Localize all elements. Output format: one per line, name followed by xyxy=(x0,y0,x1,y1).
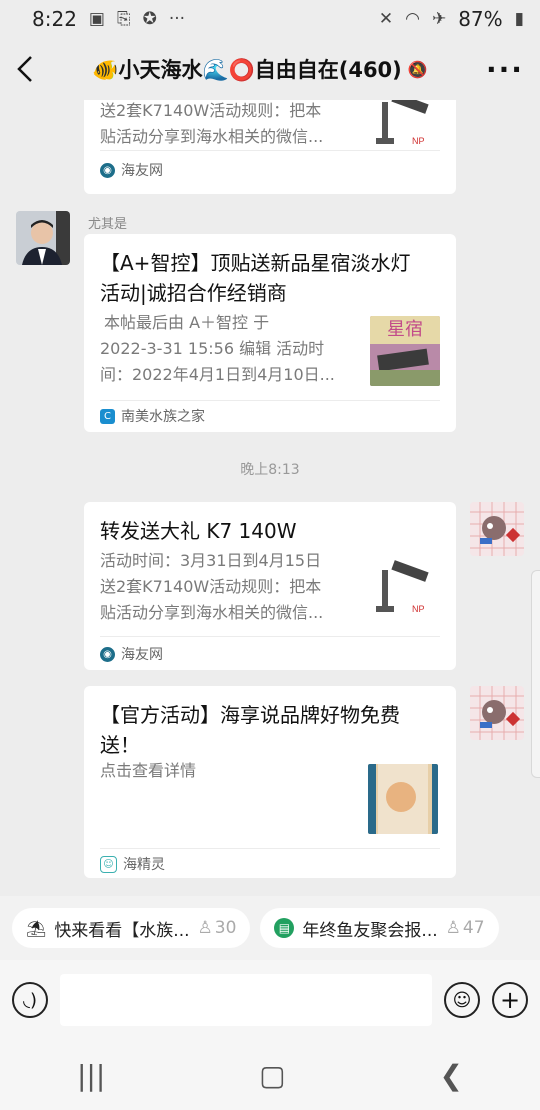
card-source: ☺ 海精灵 xyxy=(100,854,165,874)
card-desc: 本帖最后由 A＋智控 于 xyxy=(104,313,270,332)
home-button[interactable]: ▢ xyxy=(259,1059,285,1092)
beach-icon: ⛱ xyxy=(26,918,47,938)
card-title: 活动|诚招合作经销商 xyxy=(100,281,287,305)
more-button[interactable]: ··· xyxy=(470,53,540,86)
system-back-button[interactable]: ❮ xyxy=(440,1059,463,1092)
card-desc: 间：2022年4月1日到4月10日... xyxy=(100,365,335,384)
thumbnail-caption: 星宿 xyxy=(370,316,440,344)
plus-button[interactable]: + xyxy=(492,982,528,1018)
scrollbar[interactable] xyxy=(531,570,540,778)
svg-text:NP: NP xyxy=(412,136,425,146)
back-button[interactable] xyxy=(0,38,50,100)
message-timestamp: 晚上8:13 xyxy=(240,462,300,478)
card-thumbnail: NP xyxy=(372,558,442,628)
card-source: ◉ 海友网 xyxy=(100,644,163,664)
my-avatar[interactable] xyxy=(470,502,524,556)
person-icon: ♙ xyxy=(197,918,213,938)
battery-percent: 87% xyxy=(458,7,503,31)
source-label: 海精灵 xyxy=(123,857,165,873)
more-notifications-icon: ··· xyxy=(168,9,186,29)
notification-icon: ⎘ xyxy=(116,9,131,29)
chat-title: 🐠小天海水🌊⭕自由自在(460) 🔕 xyxy=(50,54,470,84)
card-thumbnail: NP xyxy=(372,100,442,160)
chat-title-text: 🐠小天海水🌊⭕自由自在(460) xyxy=(92,58,402,82)
chevron-left-icon xyxy=(17,56,32,82)
input-bar: ◟) ☺ + xyxy=(0,960,540,1040)
source-icon: ◉ xyxy=(100,646,115,662)
app-icon: ✪ xyxy=(142,9,157,29)
count-value: 30 xyxy=(214,918,237,938)
card-desc: 点击查看详情 xyxy=(100,761,197,780)
emoji-button[interactable]: ☺ xyxy=(444,982,480,1018)
card-thumbnail: 星宿 xyxy=(370,316,440,386)
source-icon: ◉ xyxy=(100,162,115,178)
source-icon: C xyxy=(100,408,115,424)
recent-apps-button[interactable]: ||| xyxy=(77,1059,105,1092)
wifi-icon: ◠ xyxy=(405,9,420,29)
card-desc: 贴活动分享到海水相关的微信... xyxy=(100,127,324,146)
source-label: 海友网 xyxy=(121,647,163,663)
status-time: 8:22 xyxy=(32,7,77,31)
link-card-partial[interactable]: 送2套K7140W活动规则：把本 贴活动分享到海水相关的微信... NP ◉ 海… xyxy=(84,100,456,194)
airplane-icon: ✈ xyxy=(431,9,447,29)
card-desc: 活动时间：3月31日到4月15日 xyxy=(100,551,322,570)
mute-icon: ✕ xyxy=(378,9,394,29)
card-source: C 南美水族之家 xyxy=(100,406,205,426)
source-icon: ☺ xyxy=(100,855,117,873)
card-desc: 送2套K7140W活动规则：把本 xyxy=(100,101,322,120)
battery-icon: ▮ xyxy=(514,9,524,29)
card-title: 转发送大礼 K7 140W xyxy=(100,519,297,543)
my-avatar[interactable] xyxy=(470,686,524,740)
source-label: 海友网 xyxy=(121,163,163,179)
source-label: 南美水族之家 xyxy=(121,409,205,425)
person-icon: ♙ xyxy=(445,918,461,938)
document-icon: ▤ xyxy=(274,918,295,938)
avatar[interactable] xyxy=(16,211,70,265)
pinned-chip[interactable]: ⛱ 快来看看【水族... ♙ 30 xyxy=(12,908,251,948)
pinned-chip[interactable]: ▤ 年终鱼友聚会报... ♙ 47 xyxy=(260,908,499,948)
status-bar: 8:22 ▣ ⎘ ✪ ··· ✕ ◠ ✈ 87% ▮ xyxy=(0,0,540,38)
card-source: ◉ 海友网 xyxy=(100,160,163,180)
pinned-chip-count: ♙ 47 xyxy=(446,918,485,938)
card-title: 送！ xyxy=(100,733,140,757)
message-input[interactable] xyxy=(60,974,432,1026)
message-list[interactable]: 送2套K7140W活动规则：把本 贴活动分享到海水相关的微信... NP ◉ 海… xyxy=(0,100,540,896)
pinned-bar: ⛱ 快来看看【水族... ♙ 30 ▤ 年终鱼友聚会报... ♙ 47 xyxy=(0,896,540,960)
system-nav-bar: ||| ▢ ❮ xyxy=(0,1040,540,1110)
card-title: 【A+智控】顶贴送新品星宿淡水灯 xyxy=(100,251,411,275)
link-card[interactable]: 转发送大礼 K7 140W 活动时间：3月31日到4月15日 送2套K7140W… xyxy=(84,502,456,670)
voice-icon: ◟) xyxy=(23,989,37,1011)
voice-button[interactable]: ◟) xyxy=(12,982,48,1018)
card-desc: 送2套K7140W活动规则：把本 xyxy=(100,577,322,596)
pinned-chip-label: 年终鱼友聚会报... xyxy=(302,920,438,941)
count-value: 47 xyxy=(462,918,485,938)
sender-name: 尤其是 xyxy=(88,217,128,232)
card-thumbnail xyxy=(368,764,438,834)
link-card[interactable]: 【A+智控】顶贴送新品星宿淡水灯 活动|诚招合作经销商 本帖最后由 A＋智控 于… xyxy=(84,234,456,432)
card-title: 【官方活动】海享说品牌好物免费 xyxy=(100,703,400,727)
link-card[interactable]: 【官方活动】海享说品牌好物免费 送！ 点击查看详情 ☺ 海精灵 xyxy=(84,686,456,878)
pinned-chip-label: 快来看看【水族... xyxy=(54,920,190,941)
svg-text:NP: NP xyxy=(412,604,425,614)
card-desc: 贴活动分享到海水相关的微信... xyxy=(100,603,324,622)
pinned-chip-count: ♙ 30 xyxy=(198,918,237,938)
bell-off-icon: 🔕 xyxy=(407,59,428,79)
plus-icon: + xyxy=(499,986,521,1014)
smiley-icon: ☺ xyxy=(452,989,472,1011)
chat-header: 🐠小天海水🌊⭕自由自在(460) 🔕 ··· xyxy=(0,38,540,100)
card-desc: 2022-3-31 15:56 编辑 活动时 xyxy=(100,339,325,358)
gallery-icon: ▣ xyxy=(88,9,105,29)
